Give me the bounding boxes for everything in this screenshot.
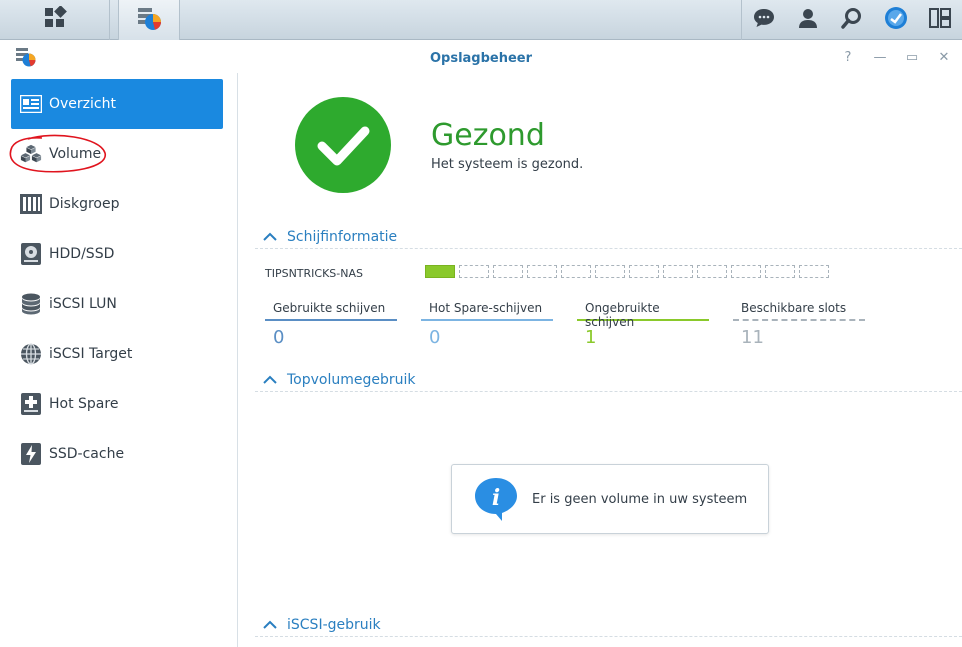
sidebar-item-label: iSCSI Target bbox=[49, 346, 133, 362]
sidebar-item-iscsi-lun[interactable]: iSCSI LUN bbox=[11, 279, 223, 329]
window-title: Opslagbeheer bbox=[429, 51, 533, 66]
sidebar-item-ssd-cache[interactable]: SSD-cache bbox=[11, 429, 223, 479]
main-menu-button[interactable] bbox=[0, 0, 110, 40]
stat-used-disks: Gebruikte schijven 0 bbox=[265, 301, 397, 349]
empty-volume-notice: i Er is geen volume in uw systeem bbox=[451, 464, 769, 534]
health-status-title: Gezond bbox=[431, 118, 545, 153]
sidebar-item-volume[interactable]: Volume bbox=[11, 129, 223, 179]
nas-name: TIPSNTRICKS-NAS bbox=[265, 267, 363, 280]
iscsi-lun-icon bbox=[20, 293, 42, 315]
section-title: Schijfinformatie bbox=[287, 228, 398, 245]
close-button[interactable]: ✕ bbox=[932, 48, 956, 66]
section-title: iSCSI-gebruik bbox=[287, 616, 381, 633]
chevron-up-icon bbox=[263, 375, 281, 385]
disk-slot-empty bbox=[697, 265, 727, 278]
maximize-icon: ▭ bbox=[905, 49, 919, 65]
sidebar-item-label: iSCSI LUN bbox=[49, 296, 117, 312]
stat-value: 1 bbox=[585, 327, 597, 348]
section-disk-info-header[interactable]: Schijfinformatie bbox=[255, 225, 962, 249]
health-status-description: Het systeem is gezond. bbox=[431, 157, 584, 172]
sidebar-item-label: SSD-cache bbox=[49, 446, 125, 462]
window-titlebar: Opslagbeheer ? — ▭ ✕ bbox=[0, 41, 962, 73]
overview-icon bbox=[20, 93, 42, 115]
chat-icon bbox=[753, 7, 775, 33]
diskgroup-icon bbox=[20, 193, 42, 215]
disk-slot-used bbox=[425, 265, 455, 278]
stat-hot-spare-disks: Hot Spare-schijven 0 bbox=[421, 301, 553, 349]
minimize-icon: — bbox=[873, 49, 887, 65]
disk-slot-empty bbox=[765, 265, 795, 278]
sidebar-item-hot-spare[interactable]: Hot Spare bbox=[11, 379, 223, 429]
stat-label: Gebruikte schijven bbox=[265, 301, 397, 321]
stat-value: 11 bbox=[741, 327, 764, 348]
user-button[interactable] bbox=[786, 0, 830, 40]
disk-slot-empty bbox=[493, 265, 523, 278]
info-icon: i bbox=[472, 475, 520, 523]
disk-slot-empty bbox=[731, 265, 761, 278]
stat-label: Hot Spare-schijven bbox=[421, 301, 553, 321]
disk-slot-empty bbox=[561, 265, 591, 278]
sidebar-item-label: Diskgroep bbox=[49, 196, 120, 212]
svg-text:i: i bbox=[492, 485, 500, 511]
widgets-button[interactable] bbox=[918, 0, 962, 40]
help-icon: ? bbox=[844, 49, 852, 65]
hdd-icon bbox=[20, 243, 42, 265]
disk-slot-empty bbox=[595, 265, 625, 278]
iscsi-target-icon bbox=[20, 343, 42, 365]
notification-button[interactable] bbox=[874, 0, 918, 40]
close-icon: ✕ bbox=[938, 49, 950, 65]
sidebar-item-label: Volume bbox=[49, 146, 102, 162]
checkmark-icon bbox=[317, 126, 370, 166]
sidebar-item-label: Overzicht bbox=[49, 96, 116, 112]
disk-slot-empty bbox=[527, 265, 557, 278]
user-icon bbox=[797, 7, 819, 33]
stat-label: Ongebruikte schijven bbox=[577, 301, 709, 329]
notification-icon bbox=[884, 6, 908, 34]
sidebar-item-label: HDD/SSD bbox=[49, 246, 115, 262]
minimize-button[interactable]: — bbox=[868, 48, 892, 66]
empty-volume-message: Er is geen volume in uw systeem bbox=[532, 491, 748, 507]
taskbar bbox=[0, 0, 962, 40]
disk-slot-empty bbox=[663, 265, 693, 278]
disk-slot-empty bbox=[629, 265, 659, 278]
chevron-up-icon bbox=[263, 232, 281, 242]
help-button[interactable]: ? bbox=[836, 48, 860, 66]
section-top-volume-header[interactable]: Topvolumegebruik bbox=[255, 368, 962, 392]
stat-value: 0 bbox=[429, 327, 441, 348]
ssd-cache-icon bbox=[20, 443, 42, 465]
health-status-icon bbox=[295, 97, 391, 193]
sidebar-item-iscsi-target[interactable]: iSCSI Target bbox=[11, 329, 223, 379]
stat-available-slots: Beschikbare slots 11 bbox=[733, 301, 865, 349]
sidebar-item-overview[interactable]: Overzicht bbox=[11, 79, 223, 129]
main-menu-icon bbox=[43, 5, 67, 34]
main-panel: Gezond Het systeem is gezond. Schijfinfo… bbox=[239, 73, 962, 647]
hot-spare-icon bbox=[20, 393, 42, 415]
section-title: Topvolumegebruik bbox=[287, 371, 416, 388]
widgets-icon bbox=[929, 7, 951, 33]
sidebar-item-diskgroup[interactable]: Diskgroep bbox=[11, 179, 223, 229]
storage-manager-icon bbox=[135, 4, 163, 36]
stat-value: 0 bbox=[273, 327, 285, 348]
chat-button[interactable] bbox=[742, 0, 786, 40]
sidebar-item-label: Hot Spare bbox=[49, 396, 119, 412]
section-iscsi-usage-header[interactable]: iSCSI-gebruik bbox=[255, 613, 962, 637]
search-button[interactable] bbox=[830, 0, 874, 40]
sidebar-item-hdd-ssd[interactable]: HDD/SSD bbox=[11, 229, 223, 279]
search-icon bbox=[841, 7, 863, 33]
disk-slot-empty bbox=[459, 265, 489, 278]
disk-slot-empty bbox=[799, 265, 829, 278]
taskbar-storage-manager-button[interactable] bbox=[118, 0, 180, 40]
maximize-button[interactable]: ▭ bbox=[900, 48, 924, 66]
stat-label: Beschikbare slots bbox=[733, 301, 865, 321]
stat-unused-disks: Ongebruikte schijven 1 bbox=[577, 301, 709, 349]
sidebar: Overzicht Volume Diskgroep HDD/SSD iSCSI… bbox=[0, 73, 238, 647]
volume-icon bbox=[20, 143, 42, 165]
disk-slot-map bbox=[425, 265, 829, 278]
chevron-up-icon bbox=[263, 620, 281, 630]
